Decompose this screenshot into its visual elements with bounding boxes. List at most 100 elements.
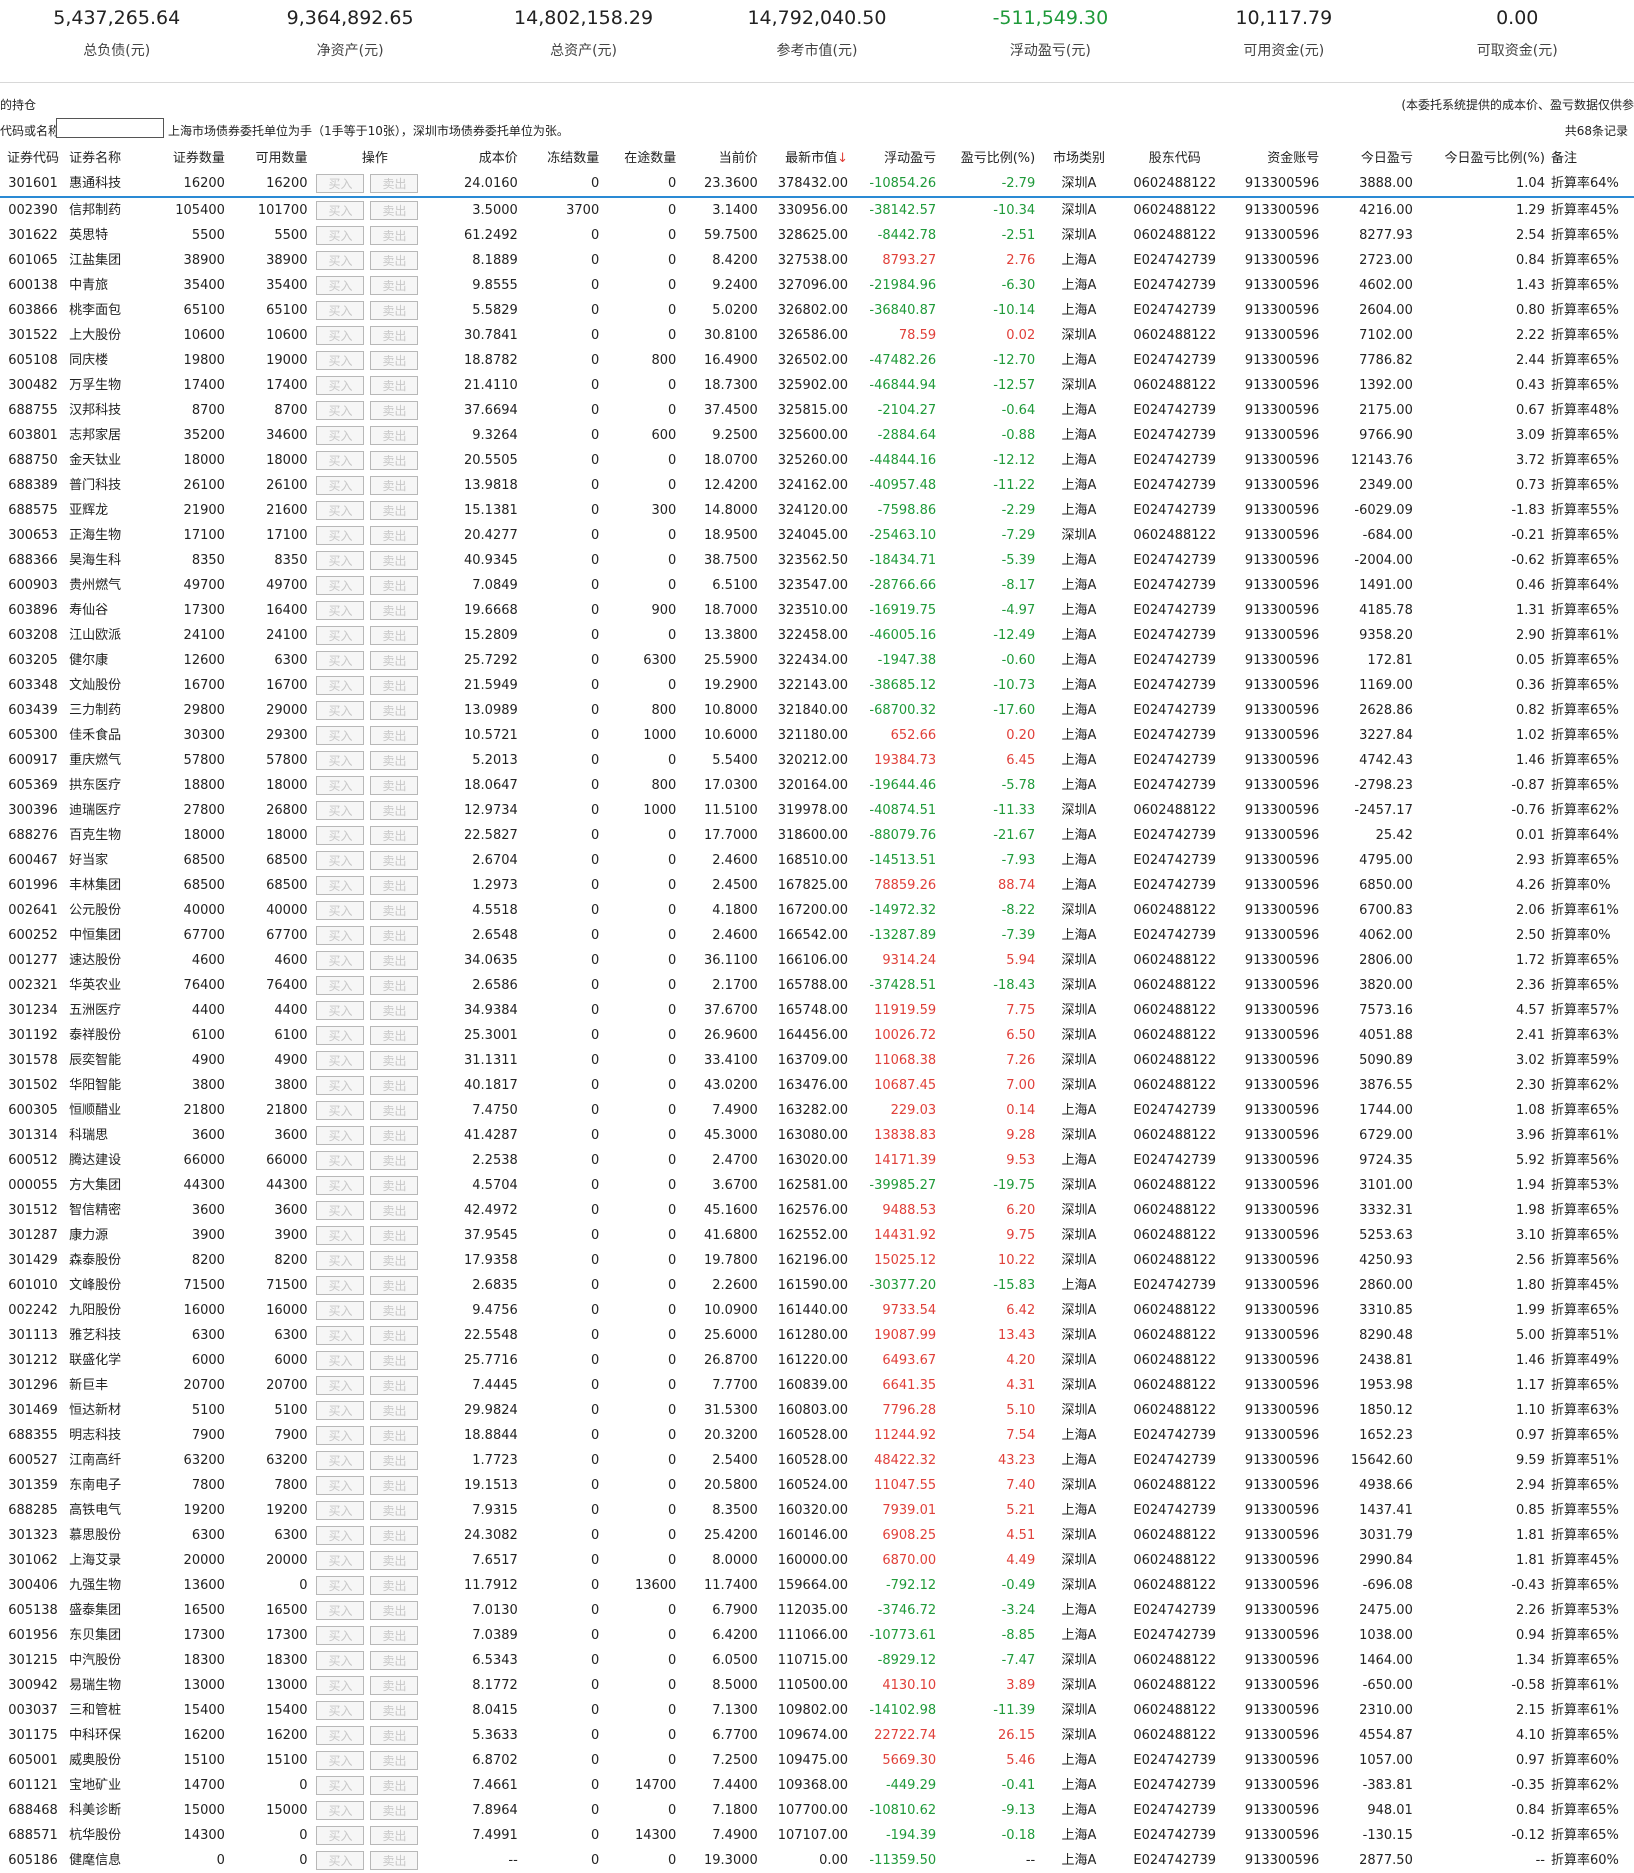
table-row[interactable]: 300482 万孚生物 17400 17400 买入 卖出 21.4110 0 0 18.7300… bbox=[0, 373, 1634, 398]
table-row[interactable]: 600138 中青旅 35400 35400 买入 卖出 9.8555 0 0 9.2400 327… bbox=[0, 273, 1634, 298]
sell-button[interactable]: 卖出 bbox=[370, 751, 419, 770]
sell-button[interactable]: 卖出 bbox=[370, 326, 419, 345]
table-row[interactable]: 301522 上大股份 10600 10600 买入 卖出 30.7841 0 0 30.8100… bbox=[0, 323, 1634, 348]
column-header[interactable]: 在途数量 bbox=[602, 141, 679, 171]
sell-button[interactable]: 卖出 bbox=[370, 1176, 419, 1195]
buy-button[interactable]: 买入 bbox=[316, 1351, 365, 1370]
column-header[interactable]: 市场类别 bbox=[1038, 141, 1119, 171]
sell-button[interactable]: 卖出 bbox=[370, 626, 419, 645]
sell-button[interactable]: 卖出 bbox=[370, 1501, 419, 1520]
sell-button[interactable]: 卖出 bbox=[370, 551, 419, 570]
buy-button[interactable]: 买入 bbox=[316, 1826, 365, 1845]
column-header[interactable]: 盈亏比例(%) bbox=[939, 141, 1038, 171]
buy-button[interactable]: 买入 bbox=[316, 551, 365, 570]
buy-button[interactable]: 买入 bbox=[316, 1651, 365, 1670]
table-row[interactable]: 002321 华英农业 76400 76400 买入 卖出 2.6586 0 0 2.1700 16… bbox=[0, 973, 1634, 998]
table-row[interactable]: 605369 拱东医疗 18800 18000 买入 卖出 18.0647 0 800 17.03… bbox=[0, 773, 1634, 798]
buy-button[interactable]: 买入 bbox=[316, 376, 365, 395]
sell-button[interactable]: 卖出 bbox=[370, 1451, 419, 1470]
sell-button[interactable]: 卖出 bbox=[370, 1676, 419, 1695]
column-header[interactable]: 股东代码 bbox=[1120, 141, 1230, 171]
sell-button[interactable]: 卖出 bbox=[370, 1701, 419, 1720]
sell-button[interactable]: 卖出 bbox=[370, 226, 419, 245]
buy-button[interactable]: 买入 bbox=[316, 576, 365, 595]
buy-button[interactable]: 买入 bbox=[316, 1676, 365, 1695]
buy-button[interactable]: 买入 bbox=[316, 1451, 365, 1470]
buy-button[interactable]: 买入 bbox=[316, 1326, 365, 1345]
table-row[interactable]: 600467 好当家 68500 68500 买入 卖出 2.6704 0 0 2.4600 168… bbox=[0, 848, 1634, 873]
sell-button[interactable]: 卖出 bbox=[370, 1851, 419, 1870]
table-row[interactable]: 301512 智信精密 3600 3600 买入 卖出 42.4972 0 0 45.1600 16… bbox=[0, 1198, 1634, 1223]
table-row[interactable]: 301578 辰奕智能 4900 4900 买入 卖出 31.1311 0 0 33.4100 16… bbox=[0, 1048, 1634, 1073]
column-header[interactable]: 证券代码 bbox=[0, 141, 66, 171]
sell-button[interactable]: 卖出 bbox=[370, 1276, 419, 1295]
sell-button[interactable]: 卖出 bbox=[370, 301, 419, 320]
sell-button[interactable]: 卖出 bbox=[370, 576, 419, 595]
sell-button[interactable]: 卖出 bbox=[370, 251, 419, 270]
table-row[interactable]: 601956 东贝集团 17300 17300 买入 卖出 7.0389 0 0 6.4200 11… bbox=[0, 1623, 1634, 1648]
table-row[interactable]: 603801 志邦家居 35200 34600 买入 卖出 9.3264 0 600 9.2500… bbox=[0, 423, 1634, 448]
table-row[interactable]: 300396 迪瑞医疗 27800 26800 买入 卖出 12.9734 0 1000 11.5… bbox=[0, 798, 1634, 823]
sell-button[interactable]: 卖出 bbox=[370, 901, 419, 920]
buy-button[interactable]: 买入 bbox=[316, 1576, 365, 1595]
buy-button[interactable]: 买入 bbox=[316, 1051, 365, 1070]
buy-button[interactable]: 买入 bbox=[316, 1426, 365, 1445]
sell-button[interactable]: 卖出 bbox=[370, 1551, 419, 1570]
buy-button[interactable]: 买入 bbox=[316, 451, 365, 470]
sell-button[interactable]: 卖出 bbox=[370, 1201, 419, 1220]
table-row[interactable]: 688571 杭华股份 14300 0 买入 卖出 7.4991 0 14300 7.4900 10… bbox=[0, 1823, 1634, 1848]
sell-button[interactable]: 卖出 bbox=[370, 1326, 419, 1345]
sell-button[interactable]: 卖出 bbox=[370, 876, 419, 895]
sell-button[interactable]: 卖出 bbox=[370, 276, 419, 295]
table-row[interactable]: 000055 方大集团 44300 44300 买入 卖出 4.5704 0 0 3.6700 16… bbox=[0, 1173, 1634, 1198]
sell-button[interactable]: 卖出 bbox=[370, 1351, 419, 1370]
sell-button[interactable]: 卖出 bbox=[370, 451, 419, 470]
sell-button[interactable]: 卖出 bbox=[370, 701, 419, 720]
buy-button[interactable]: 买入 bbox=[316, 276, 365, 295]
buy-button[interactable]: 买入 bbox=[316, 901, 365, 920]
buy-button[interactable]: 买入 bbox=[316, 601, 365, 620]
table-row[interactable]: 003037 三和管桩 15400 15400 买入 卖出 8.0415 0 0 7.1300 10… bbox=[0, 1698, 1634, 1723]
buy-button[interactable]: 买入 bbox=[316, 776, 365, 795]
sell-button[interactable]: 卖出 bbox=[370, 201, 419, 220]
buy-button[interactable]: 买入 bbox=[316, 976, 365, 995]
buy-button[interactable]: 买入 bbox=[316, 201, 365, 220]
column-header[interactable]: 证券名称 bbox=[66, 141, 145, 171]
buy-button[interactable]: 买入 bbox=[316, 801, 365, 820]
sell-button[interactable]: 卖出 bbox=[370, 976, 419, 995]
sell-button[interactable]: 卖出 bbox=[370, 401, 419, 420]
buy-button[interactable]: 买入 bbox=[316, 1601, 365, 1620]
sell-button[interactable]: 卖出 bbox=[370, 1126, 419, 1145]
buy-button[interactable]: 买入 bbox=[316, 251, 365, 270]
table-row[interactable]: 301469 恒达新材 5100 5100 买入 卖出 29.9824 0 0 31.5300 16… bbox=[0, 1398, 1634, 1423]
table-row[interactable]: 603205 健尔康 12600 6300 买入 卖出 25.7292 0 6300 25.590… bbox=[0, 648, 1634, 673]
sell-button[interactable]: 卖出 bbox=[370, 851, 419, 870]
buy-button[interactable]: 买入 bbox=[316, 1076, 365, 1095]
table-row[interactable]: 605001 威奥股份 15100 15100 买入 卖出 6.8702 0 0 7.2500 10… bbox=[0, 1748, 1634, 1773]
sell-button[interactable]: 卖出 bbox=[370, 801, 419, 820]
column-header[interactable]: 今日盈亏 bbox=[1322, 141, 1416, 171]
buy-button[interactable]: 买入 bbox=[316, 1026, 365, 1045]
buy-button[interactable]: 买入 bbox=[316, 1751, 365, 1770]
sell-button[interactable]: 卖出 bbox=[370, 1426, 419, 1445]
sell-button[interactable]: 卖出 bbox=[370, 1726, 419, 1745]
sell-button[interactable]: 卖出 bbox=[370, 426, 419, 445]
sell-button[interactable]: 卖出 bbox=[370, 351, 419, 370]
table-row[interactable]: 300942 易瑞生物 13000 13000 买入 卖出 8.1772 0 0 8.5000 11… bbox=[0, 1673, 1634, 1698]
table-row[interactable]: 603439 三力制药 29800 29000 买入 卖出 13.0989 0 800 10.80… bbox=[0, 698, 1634, 723]
table-row[interactable]: 688276 百克生物 18000 18000 买入 卖出 22.5827 0 0 17.7000… bbox=[0, 823, 1634, 848]
buy-button[interactable]: 买入 bbox=[316, 826, 365, 845]
column-header[interactable]: 证券数量 bbox=[145, 141, 228, 171]
table-row[interactable]: 603866 桃李面包 65100 65100 买入 卖出 5.5829 0 0 5.0200 32… bbox=[0, 298, 1634, 323]
table-row[interactable]: 301622 英思特 5500 5500 买入 卖出 61.2492 0 0 59.7500 328… bbox=[0, 223, 1634, 248]
table-row[interactable]: 300406 九强生物 13600 0 买入 卖出 11.7912 0 13600 11.7400… bbox=[0, 1573, 1634, 1598]
buy-button[interactable]: 买入 bbox=[316, 751, 365, 770]
sell-button[interactable]: 卖出 bbox=[370, 1776, 419, 1795]
table-row[interactable]: 002242 九阳股份 16000 16000 买入 卖出 9.4756 0 0 10.0900 1… bbox=[0, 1298, 1634, 1323]
table-row[interactable]: 688366 昊海生科 8350 8350 买入 卖出 40.9345 0 0 38.7500 32… bbox=[0, 548, 1634, 573]
table-row[interactable]: 600917 重庆燃气 57800 57800 买入 卖出 5.2013 0 0 5.5400 32… bbox=[0, 748, 1634, 773]
buy-button[interactable]: 买入 bbox=[316, 1201, 365, 1220]
sell-button[interactable]: 卖出 bbox=[370, 676, 419, 695]
buy-button[interactable]: 买入 bbox=[316, 1126, 365, 1145]
sell-button[interactable]: 卖出 bbox=[370, 1826, 419, 1845]
